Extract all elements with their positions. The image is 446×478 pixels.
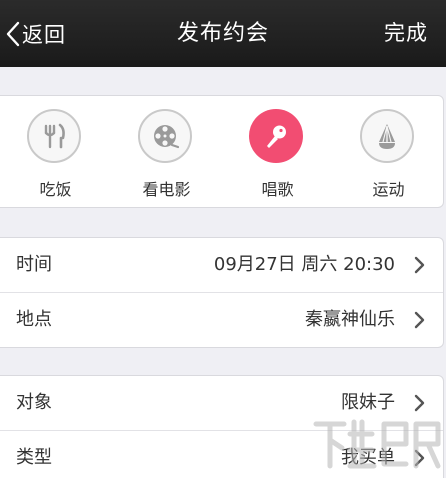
page-title: 发布约会 — [176, 21, 269, 46]
category-label: 唱歌 — [261, 180, 294, 199]
shuttlecock-icon — [360, 109, 414, 163]
film-reel-icon — [138, 109, 192, 163]
details-group: 时间 09月27日 周六 20:30 地点 秦嬴神仙乐 — [0, 237, 444, 348]
chevron-right-icon — [414, 256, 425, 278]
chevron-right-icon — [414, 449, 425, 471]
type-label: 类型 — [16, 447, 52, 468]
app-screen: 返回 发布约会 完成 吃饭 看电影 唱歌 运动 时间 09月27日 周六 20:… — [0, 0, 446, 478]
time-row[interactable]: 时间 09月27日 周六 20:30 — [0, 238, 443, 292]
place-row[interactable]: 地点 秦嬴神仙乐 — [0, 292, 443, 347]
place-label: 地点 — [16, 309, 52, 330]
category-movie[interactable]: 看电影 — [111, 96, 222, 209]
activity-category-selector: 吃饭 看电影 唱歌 运动 — [0, 95, 444, 208]
category-eat[interactable]: 吃饭 — [0, 96, 111, 209]
category-label: 运动 — [372, 180, 405, 199]
category-sing[interactable]: 唱歌 — [222, 96, 333, 209]
chevron-right-icon — [414, 311, 425, 333]
target-label: 对象 — [16, 392, 52, 413]
target-row[interactable]: 对象 限妹子 — [0, 376, 443, 430]
time-label: 时间 — [16, 254, 52, 275]
category-sport[interactable]: 运动 — [333, 96, 444, 209]
category-label: 吃饭 — [39, 180, 72, 199]
navigation-bar: 返回 发布约会 完成 — [0, 0, 446, 67]
category-label: 看电影 — [142, 180, 191, 199]
type-value: 我买单 — [341, 447, 395, 468]
microphone-icon — [249, 109, 303, 163]
target-value: 限妹子 — [341, 392, 395, 413]
fork-knife-icon — [27, 109, 81, 163]
time-value: 09月27日 周六 20:30 — [213, 254, 395, 275]
place-value: 秦嬴神仙乐 — [305, 309, 395, 330]
type-row[interactable]: 类型 我买单 — [0, 430, 443, 478]
options-group: 对象 限妹子 类型 我买单 — [0, 375, 444, 478]
chevron-right-icon — [414, 394, 425, 416]
done-button[interactable]: 完成 — [384, 0, 428, 67]
